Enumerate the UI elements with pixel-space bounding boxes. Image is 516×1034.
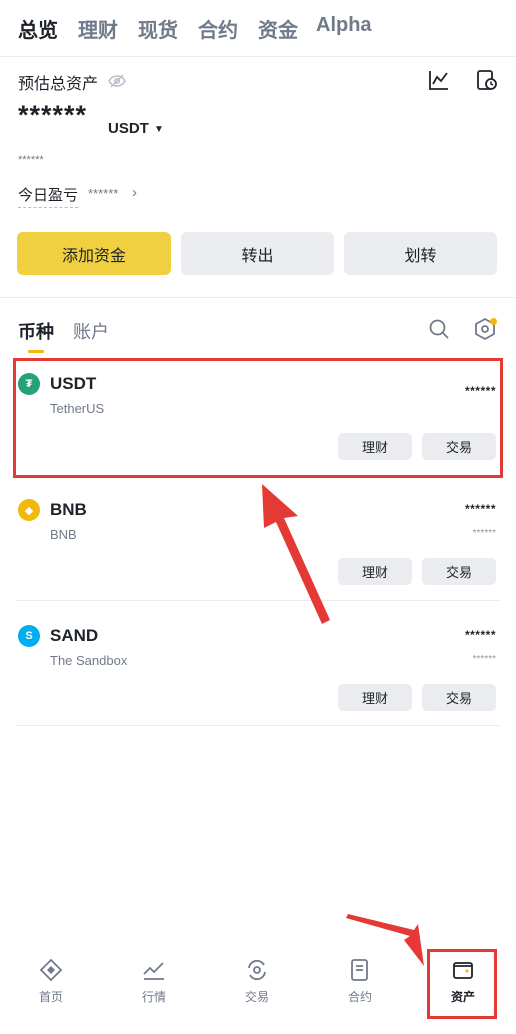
annotation-arrows bbox=[262, 484, 424, 966]
trade-icon bbox=[248, 959, 266, 981]
futures-icon bbox=[351, 959, 368, 981]
markets-icon bbox=[143, 962, 164, 980]
assets-highlight-box bbox=[427, 949, 497, 1019]
nav-trade[interactable]: 交易 bbox=[217, 958, 297, 1005]
nav-label: 行情 bbox=[141, 990, 166, 1004]
nav-label: 首页 bbox=[38, 990, 63, 1004]
home-icon bbox=[39, 958, 63, 982]
nav-markets[interactable]: 行情 bbox=[114, 958, 194, 1005]
arrow-to-usdt bbox=[262, 484, 330, 624]
nav-futures[interactable]: 合约 bbox=[320, 958, 400, 1005]
nav-home[interactable]: 首页 bbox=[11, 958, 91, 1005]
nav-label: 交易 bbox=[244, 990, 269, 1004]
nav-label: 合约 bbox=[347, 990, 372, 1004]
